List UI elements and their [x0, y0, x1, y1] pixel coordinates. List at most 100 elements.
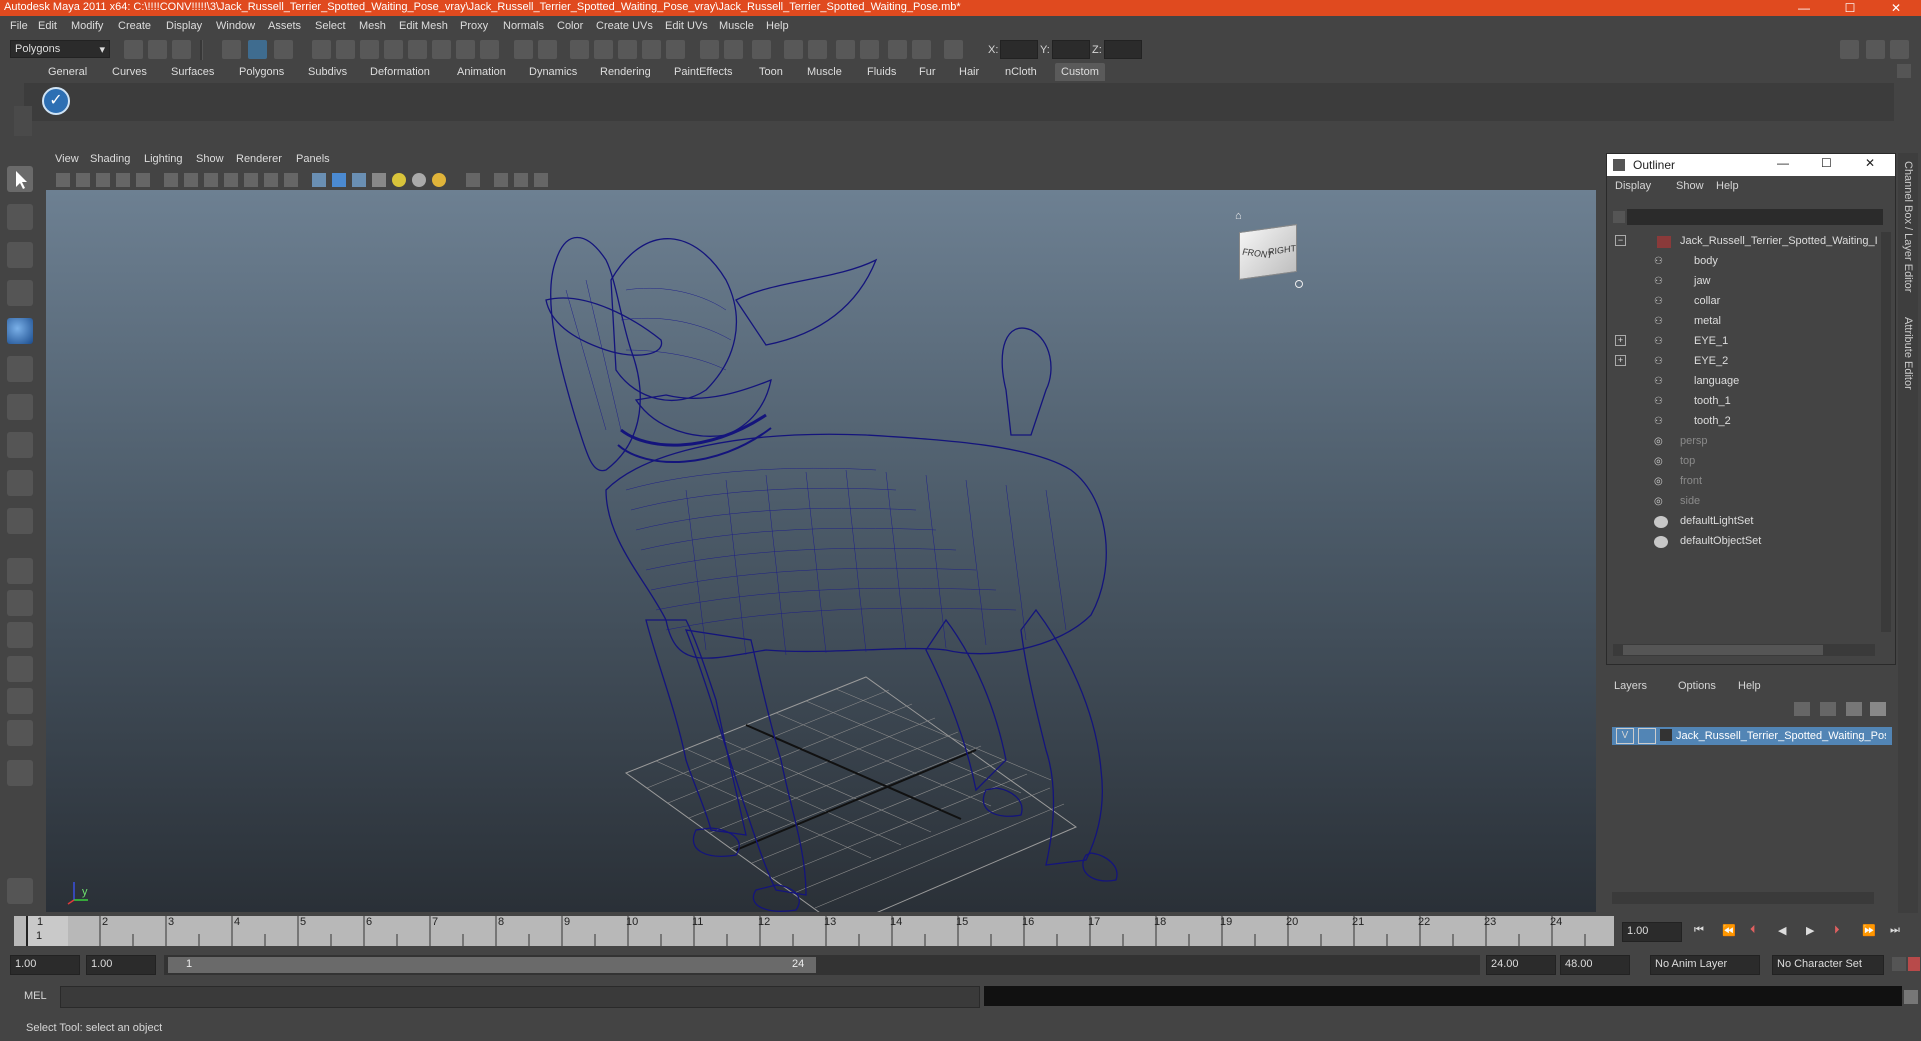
- outliner-item[interactable]: ◎ top: [1607, 452, 1877, 472]
- perspective-viewport[interactable]: ⌂ FRONT RIGHT y: [46, 190, 1596, 929]
- grid-icon[interactable]: [164, 173, 178, 187]
- outliner-horizontal-scrollbar[interactable]: [1613, 644, 1875, 656]
- open-scene-icon[interactable]: [148, 40, 167, 59]
- outliner-item[interactable]: ⚇ jaw: [1607, 272, 1877, 292]
- expand-icon[interactable]: +: [1615, 355, 1626, 366]
- menu-muscle[interactable]: Muscle: [719, 20, 754, 32]
- tab-surfaces[interactable]: Surfaces: [165, 63, 220, 81]
- outliner-filter-icon[interactable]: [1613, 211, 1625, 223]
- outliner-item[interactable]: − Jack_Russell_Terrier_Spotted_Waiting_I: [1607, 232, 1878, 252]
- tab-general[interactable]: General: [42, 63, 93, 81]
- move-tool-icon[interactable]: [7, 280, 33, 306]
- outliner-item[interactable]: defaultObjectSet: [1607, 532, 1877, 552]
- command-input[interactable]: [60, 986, 980, 1008]
- isolate-select-icon[interactable]: [466, 173, 480, 187]
- menu-assets[interactable]: Assets: [268, 20, 301, 32]
- viewport-menu-lighting[interactable]: Lighting: [144, 153, 183, 165]
- shelf-grip[interactable]: [14, 106, 32, 136]
- outliner-menu-display[interactable]: Display: [1615, 180, 1651, 192]
- outliner-close-icon[interactable]: ✕: [1865, 156, 1875, 170]
- all-lights-icon[interactable]: [412, 173, 426, 187]
- tab-curves[interactable]: Curves: [106, 63, 153, 81]
- layers-horizontal-scrollbar[interactable]: [1612, 892, 1874, 904]
- play-forward-icon[interactable]: ▶: [1806, 924, 1814, 937]
- menu-window[interactable]: Window: [216, 20, 255, 32]
- safe-title-icon[interactable]: [284, 173, 298, 187]
- rotate-tool-icon[interactable]: [7, 318, 33, 344]
- construction-history-icon[interactable]: [752, 40, 771, 59]
- persp-layout-icon[interactable]: [7, 720, 33, 746]
- step-forward-key-icon[interactable]: ⏩: [1862, 924, 1876, 937]
- outliner-item[interactable]: ⚇ body: [1607, 252, 1877, 272]
- lasso-tool-icon[interactable]: [7, 204, 33, 230]
- snap-grid-icon[interactable]: [570, 40, 589, 59]
- tab-muscle[interactable]: Muscle: [801, 63, 848, 81]
- resolution-gate-icon[interactable]: [204, 173, 218, 187]
- home-icon[interactable]: ⌂: [1235, 210, 1247, 222]
- absolute-transform-icon[interactable]: [944, 40, 963, 59]
- layers-menu-help[interactable]: Help: [1738, 680, 1761, 692]
- outliner-item[interactable]: ⚇ tooth_2: [1607, 412, 1877, 432]
- single-perspective-layout-icon[interactable]: [7, 558, 33, 584]
- tab-ncloth[interactable]: nCloth: [999, 63, 1043, 81]
- manipulator-tool-icon[interactable]: [7, 394, 33, 420]
- select-object-icon[interactable]: [248, 40, 267, 59]
- tab-rendering[interactable]: Rendering: [594, 63, 657, 81]
- menu-display[interactable]: Display: [166, 20, 202, 32]
- tab-fluids[interactable]: Fluids: [861, 63, 902, 81]
- camera-attributes-icon[interactable]: [76, 173, 90, 187]
- select-rendering-icon[interactable]: [480, 40, 499, 59]
- menu-edit-mesh[interactable]: Edit Mesh: [399, 20, 448, 32]
- xray-joints-icon[interactable]: [514, 173, 528, 187]
- paint-select-tool-icon[interactable]: [7, 242, 33, 268]
- default-lighting-icon[interactable]: [392, 173, 406, 187]
- outliner-item[interactable]: + ⚇ EYE_1: [1607, 332, 1877, 352]
- viewport-menu-shading[interactable]: Shading: [90, 153, 130, 165]
- step-forward-frame-icon[interactable]: ⏵: [1834, 924, 1840, 937]
- outliner-filter-field[interactable]: [1627, 209, 1883, 225]
- select-tool-icon[interactable]: [7, 166, 33, 192]
- render-settings-icon[interactable]: [860, 40, 879, 59]
- tab-deformation[interactable]: Deformation: [364, 63, 436, 81]
- image-plane-icon[interactable]: [116, 173, 130, 187]
- menu-edit[interactable]: Edit: [38, 20, 57, 32]
- gate-mask-icon[interactable]: [224, 173, 238, 187]
- show-manipulator-tool-icon[interactable]: [7, 470, 33, 496]
- pick-mask-icon[interactable]: [312, 40, 331, 59]
- last-tool-icon[interactable]: [7, 508, 33, 534]
- outliner-menu-help[interactable]: Help: [1716, 180, 1739, 192]
- select-dynamics-icon[interactable]: [456, 40, 475, 59]
- layer-move-up-icon[interactable]: [1794, 702, 1810, 716]
- tool-settings-toggle-icon[interactable]: [1890, 40, 1909, 59]
- select-handles-icon[interactable]: [336, 40, 355, 59]
- layer-visibility-toggle[interactable]: V: [1616, 728, 1634, 744]
- shelf-menu-icon[interactable]: [1897, 64, 1911, 78]
- attribute-editor-tab[interactable]: Attribute Editor: [1902, 317, 1914, 390]
- outliner-vertical-scrollbar[interactable]: [1881, 232, 1891, 632]
- viewport-menu-view[interactable]: View: [55, 153, 79, 165]
- snap-point-icon[interactable]: [618, 40, 637, 59]
- input-operations-icon[interactable]: [700, 40, 719, 59]
- snap-curve-icon[interactable]: [594, 40, 613, 59]
- shadows-icon[interactable]: [432, 173, 446, 187]
- layer-row[interactable]: V Jack_Russell_Terrier_Spotted_Waiting_P…: [1612, 727, 1892, 745]
- layer-move-down-icon[interactable]: [1820, 702, 1836, 716]
- view-cube-menu-icon[interactable]: [1295, 280, 1303, 288]
- outliner-item[interactable]: ◎ persp: [1607, 432, 1877, 452]
- outliner-item[interactable]: ◎ side: [1607, 492, 1877, 512]
- outliner-item[interactable]: ⚇ language: [1607, 372, 1877, 392]
- viewport-menu-panels[interactable]: Panels: [296, 153, 330, 165]
- menu-mesh[interactable]: Mesh: [359, 20, 386, 32]
- current-time-field[interactable]: 1.00: [1622, 922, 1682, 942]
- input-line-mode-icon[interactable]: [912, 40, 931, 59]
- channel-box-tab[interactable]: Channel Box / Layer Editor: [1902, 161, 1914, 292]
- menu-proxy[interactable]: Proxy: [460, 20, 488, 32]
- view-cube[interactable]: ⌂ FRONT RIGHT: [1233, 210, 1303, 288]
- tab-dynamics[interactable]: Dynamics: [523, 63, 583, 81]
- tab-subdivs[interactable]: Subdivs: [302, 63, 353, 81]
- outliner-item[interactable]: ⚇ collar: [1607, 292, 1877, 312]
- current-frame-marker[interactable]: 1: [26, 916, 68, 946]
- outliner-item[interactable]: ⚇ tooth_1: [1607, 392, 1877, 412]
- play-backward-icon[interactable]: ◀: [1778, 924, 1786, 937]
- tab-toon[interactable]: Toon: [753, 63, 789, 81]
